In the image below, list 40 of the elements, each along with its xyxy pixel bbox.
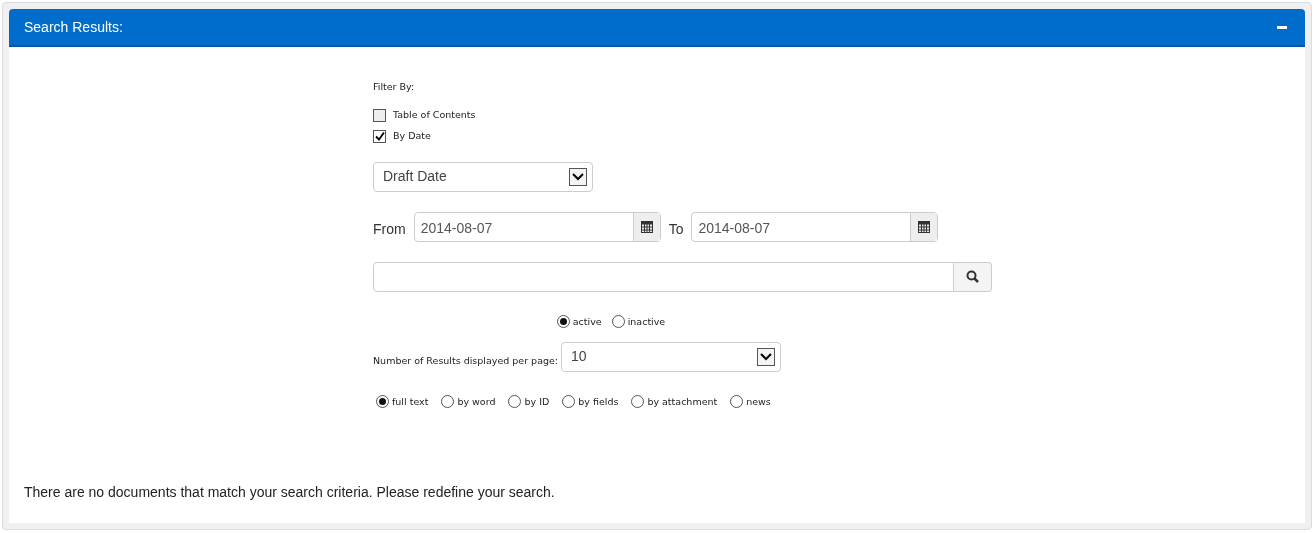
radio-label: inactive <box>627 314 666 329</box>
radio-label: by ID <box>524 394 550 409</box>
radio-button[interactable] <box>556 315 570 329</box>
radio-label: by fields <box>578 394 619 409</box>
radio-button[interactable] <box>562 395 576 409</box>
radio-label: news <box>746 394 771 409</box>
calendar-icon <box>918 220 931 233</box>
panel-title: Search Results: <box>24 17 123 37</box>
radio-button[interactable] <box>441 395 455 409</box>
radio-button[interactable] <box>730 395 744 409</box>
search-button[interactable] <box>954 261 992 292</box>
per-page-select[interactable]: 10 <box>561 341 782 372</box>
no-results-message: There are no documents that match your search criteria. Please redefine your search. <box>24 483 555 502</box>
radio-button[interactable] <box>611 315 625 329</box>
date-type-select[interactable]: Draft Date <box>373 161 593 192</box>
calendar-icon <box>640 220 653 233</box>
radio-label: by word <box>457 394 496 409</box>
search-icon <box>966 270 979 283</box>
dropdown-icon <box>757 347 776 366</box>
radio-button[interactable] <box>508 395 522 409</box>
per-page-label: Number of Results displayed per page: <box>373 353 559 368</box>
minus-icon <box>1277 25 1287 29</box>
from-label: From <box>373 220 406 239</box>
radio-button[interactable] <box>631 395 645 409</box>
calendar-button[interactable] <box>632 212 660 241</box>
to-label: To <box>668 220 684 239</box>
dropdown-icon <box>569 167 587 186</box>
checkbox[interactable] <box>373 108 386 122</box>
search-field[interactable] <box>373 261 954 292</box>
from-date-field[interactable]: 2014-08-07 <box>413 211 661 242</box>
to-date-field[interactable]: 2014-08-07 <box>691 211 939 242</box>
checkbox[interactable] <box>373 129 386 143</box>
filter-label: Filter By: <box>373 80 416 94</box>
checkbox-label: Table of Contents <box>393 108 476 122</box>
radio-label: by attachment <box>647 394 718 409</box>
calendar-button[interactable] <box>910 212 938 241</box>
radio-button[interactable] <box>376 395 389 409</box>
checkbox-label: By Date <box>393 129 431 144</box>
radio-label: active <box>572 314 602 329</box>
radio-label: full text <box>392 394 429 409</box>
